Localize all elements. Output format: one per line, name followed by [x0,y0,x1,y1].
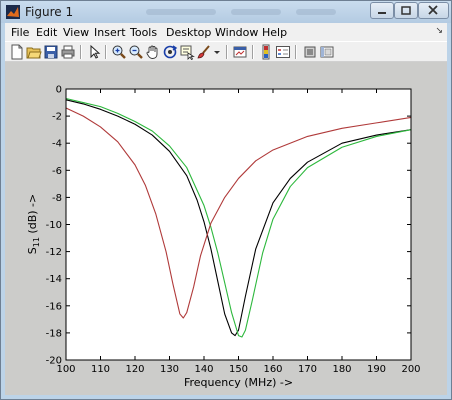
edit-plot-arrow-icon[interactable] [86,44,102,60]
menu-view[interactable]: View [63,26,89,39]
x-tick-label: 170 [298,364,317,375]
legend-icon[interactable] [275,44,291,60]
blurred-region [296,9,336,15]
close-icon [428,5,438,15]
hide-plot-tools-icon[interactable] [302,44,318,60]
toolbar-separator [105,45,107,59]
blurred-region [146,9,216,15]
y-tick-label: -4 [52,139,62,150]
minimize-button[interactable] [370,2,394,19]
toolbar-separator [226,45,228,59]
x-tick-label: 160 [263,364,282,375]
maximize-icon [401,6,411,15]
x-tick-label: 120 [125,364,144,375]
link-plot-icon[interactable] [232,44,248,60]
figure-canvas[interactable]: 100 110 120 130 140 150 160 170 180 190 200 0 -2 -4-… [5,62,447,395]
y-tick-label: 0 [56,85,62,96]
menu-bar: File Edit View Insert Tools Desktop Wind… [5,23,447,41]
y-tick-label: -18 [46,328,62,339]
show-plot-tools-icon[interactable] [319,44,335,60]
title-bar[interactable]: Figure 1 [1,1,451,23]
save-icon[interactable] [43,44,59,60]
menu-tools[interactable]: Tools [130,26,157,39]
figure-toolbar [5,41,447,62]
menu-desktop[interactable]: Desktop [166,26,211,39]
menu-window[interactable]: Window [215,26,258,39]
matlab-icon [6,5,20,19]
y-tick-label: -14 [46,274,62,285]
y-tick-label: -10 [46,220,62,231]
axes-background [66,89,411,360]
y-tick-label: -20 [46,356,62,367]
blurred-region [231,9,281,15]
x-tick-label: 180 [332,364,351,375]
zoom-out-icon[interactable] [128,44,144,60]
close-button[interactable] [418,2,449,19]
toolbar-separator [252,45,254,59]
x-axis-label: Frequency (MHz) -> [184,376,293,389]
y-axis-label: S11 (dB) -> [26,194,41,254]
toolbar-separator [295,45,297,59]
y-tick-label: -2 [52,112,62,123]
y-tick-label: -12 [46,247,62,258]
minimize-icon [378,12,386,14]
window-title: Figure 1 [25,5,74,19]
colorbar-icon[interactable] [258,44,274,60]
x-tick-label: 150 [229,364,248,375]
menu-insert[interactable]: Insert [94,26,126,39]
zoom-in-icon[interactable] [111,44,127,60]
toolbar-separator [80,45,82,59]
x-tick-label: 190 [367,364,386,375]
open-file-icon[interactable] [26,44,42,60]
menu-edit[interactable]: Edit [36,26,57,39]
menu-overflow-icon[interactable]: ↘ [435,26,443,36]
data-cursor-icon[interactable] [179,44,195,60]
maximize-button[interactable] [394,2,418,19]
figure-window: Figure 1 File Edit View Insert Tools Des… [0,0,452,400]
y-tick-label: -6 [52,166,62,177]
x-tick-label: 110 [91,364,110,375]
plot-axes[interactable]: 100 110 120 130 140 150 160 170 180 190 200 0-2-4-… [5,62,447,395]
x-tick-label: 130 [160,364,179,375]
menu-file[interactable]: File [11,26,29,39]
brush-icon[interactable] [196,44,212,60]
new-figure-icon[interactable] [9,44,25,60]
x-tick-label: 200 [401,364,420,375]
x-tick-label: 140 [194,364,213,375]
pan-hand-icon[interactable] [145,44,161,60]
print-icon[interactable] [60,44,76,60]
rotate-3d-icon[interactable] [162,44,178,60]
menu-help[interactable]: Help [262,26,287,39]
y-tick-label: -16 [46,301,62,312]
y-tick-label: -8 [52,193,62,204]
brush-dropdown-icon[interactable] [212,44,222,60]
